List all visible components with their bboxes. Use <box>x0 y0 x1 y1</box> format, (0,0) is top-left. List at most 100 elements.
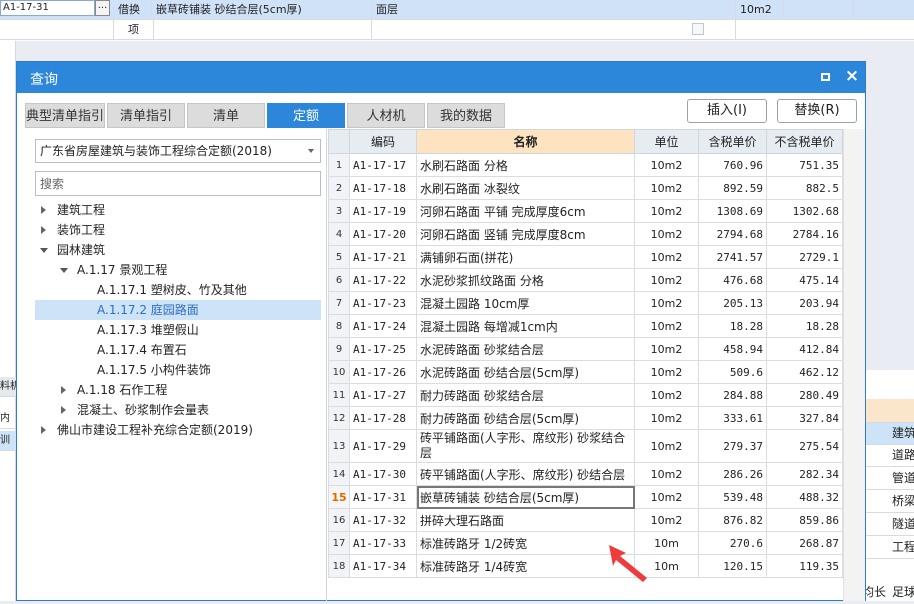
expand-arrow-icon[interactable] <box>41 226 46 234</box>
row-empty-cell[interactable] <box>784 0 854 20</box>
row-notax-price[interactable]: 203.94 <box>766 291 843 315</box>
table-row[interactable]: 11 A1-17-27 耐力砖路面 砂浆结合层 10m2 284.88 280.49 <box>328 383 843 407</box>
tree-node-landscape-1[interactable]: A.1.17.1 塑树皮、竹及其他 <box>35 280 321 300</box>
tab-labor-material-machine[interactable]: 人材机 <box>347 103 425 128</box>
row-unit-cell[interactable]: 10m2 <box>736 0 784 20</box>
code-edit-box[interactable]: A1-17-31 <box>0 0 95 16</box>
table-row[interactable]: 9 A1-17-25 水泥砖路面 砂浆结合层 10m2 458.94 412.84 <box>328 337 843 361</box>
row-notax-price[interactable]: 2784.16 <box>766 222 843 246</box>
row-name[interactable]: 水泥砖路面 砂结合层(5cm厚) <box>416 360 635 384</box>
collapse-arrow-icon[interactable] <box>60 268 68 273</box>
row-name[interactable]: 标准砖路牙 1/2砖宽 <box>416 531 635 555</box>
row-name[interactable]: 水刷石路面 冰裂纹 <box>416 176 635 200</box>
maximize-icon[interactable] <box>818 70 832 84</box>
row-tax-price[interactable]: 539.48 <box>698 485 767 509</box>
table-row[interactable]: 7 A1-17-23 混凝土园路 10cm厚 10m2 205.13 203.94 <box>328 291 843 315</box>
row-name-focused[interactable]: 嵌草砖铺装 砂结合层(5cm厚) <box>416 485 635 509</box>
row-tax-price[interactable]: 1308.69 <box>698 199 767 223</box>
close-icon[interactable]: × <box>843 67 861 85</box>
row-tax-price[interactable]: 2741.57 <box>698 245 767 269</box>
right-panel-item[interactable]: 桥梁 <box>866 491 914 513</box>
row-tax-price[interactable]: 458.94 <box>698 337 767 361</box>
row-unit[interactable]: 10m2 <box>634 268 699 292</box>
table-row[interactable]: 1 A1-17-17 水刷石路面 分格 10m2 760.96 751.35 <box>328 153 843 177</box>
row-tax-price[interactable]: 2794.68 <box>698 222 767 246</box>
tree-node-garden-road[interactable]: A.1.17.2 庭园路面 <box>35 300 321 320</box>
row-notax-price[interactable]: 488.32 <box>766 485 843 509</box>
expand-arrow-icon[interactable] <box>41 206 46 214</box>
table-row[interactable]: 12 A1-17-28 耐力砖路面 砂结合层(5cm厚) 10m2 333.61 327.… <box>328 406 843 430</box>
tab-quota[interactable]: 定额 <box>267 103 345 128</box>
row-notax-price[interactable]: 859.86 <box>766 508 843 532</box>
row-tax-price[interactable]: 205.13 <box>698 291 767 315</box>
row-name[interactable]: 水泥砖路面 砂浆结合层 <box>416 337 635 361</box>
row-name-cell[interactable] <box>154 20 372 40</box>
table-row[interactable]: 6 A1-17-22 水泥砂浆抓纹路面 分格 10m2 476.68 475.14 <box>328 268 843 292</box>
right-panel-item[interactable]: 管道 <box>866 468 914 490</box>
row-name[interactable]: 标准砖路牙 1/4砖宽 <box>416 554 635 578</box>
tree-node-landscape-3[interactable]: A.1.17.3 堆塑假山 <box>35 320 321 340</box>
right-panel-item[interactable]: 工程 <box>866 537 914 559</box>
row-notax-price[interactable]: 751.35 <box>766 153 843 177</box>
table-row[interactable]: 8 A1-17-24 混凝土园路 每增减1cm内 10m2 18.28 18.28 <box>328 314 843 338</box>
row-unit[interactable]: 10m2 <box>634 406 699 430</box>
row-name[interactable]: 水泥砂浆抓纹路面 分格 <box>416 268 635 292</box>
quota-library-select[interactable]: 广东省房屋建筑与装饰工程综合定额(2018) <box>35 139 321 163</box>
row-unit[interactable]: 10m2 <box>634 199 699 223</box>
row-notax-price[interactable]: 1302.68 <box>766 199 843 223</box>
row-tax-price[interactable]: 120.15 <box>698 554 767 578</box>
table-row[interactable]: 10 A1-17-26 水泥砖路面 砂结合层(5cm厚) 10m2 509.6 462.1… <box>328 360 843 384</box>
header-name[interactable]: 名称 <box>416 129 635 154</box>
tree-node-garden[interactable]: 园林建筑 <box>35 240 321 260</box>
header-notax-price[interactable]: 不含税单价 <box>766 129 843 154</box>
row-code[interactable]: A1-17-33 <box>349 531 417 555</box>
row-unit[interactable]: 10m2 <box>634 360 699 384</box>
row-notax-price[interactable]: 882.5 <box>766 176 843 200</box>
tree-node-landscape[interactable]: A.1.17 景观工程 <box>35 260 321 280</box>
row-feature-cell[interactable]: 面层 <box>372 0 736 20</box>
row-name[interactable]: 砖平铺路面(人字形、席纹形) 砂浆结合层 <box>416 429 635 463</box>
row-name[interactable]: 耐力砖路面 砂结合层(5cm厚) <box>416 406 635 430</box>
row-tax-price[interactable]: 876.82 <box>698 508 767 532</box>
row-unit[interactable]: 10m <box>634 554 699 578</box>
expand-arrow-icon[interactable] <box>41 426 46 434</box>
row-unit[interactable]: 10m2 <box>634 153 699 177</box>
row-name[interactable]: 河卵石路面 竖铺 完成厚度8cm <box>416 222 635 246</box>
tab-my-data[interactable]: 我的数据 <box>427 103 505 128</box>
row-notax-price[interactable]: 412.84 <box>766 337 843 361</box>
tree-node-stonework[interactable]: A.1.18 石作工程 <box>35 380 321 400</box>
table-row[interactable]: 5 A1-17-21 满铺卵石面(拼花) 10m2 2741.57 2729.1 <box>328 245 843 269</box>
right-panel-item[interactable]: 隧道 <box>866 514 914 536</box>
row-code[interactable]: A1-17-31 <box>349 485 417 509</box>
tab-typical-bill-guide[interactable]: 典型清单指引 <box>25 103 105 128</box>
row-name[interactable]: 混凝土园路 每增减1cm内 <box>416 314 635 338</box>
row-notax-price[interactable]: 462.12 <box>766 360 843 384</box>
tree-node-building[interactable]: 建筑工程 <box>35 200 321 220</box>
table-row[interactable]: 18 A1-17-34 标准砖路牙 1/4砖宽 10m 120.15 119.35 <box>328 554 843 578</box>
row-unit[interactable]: 10m2 <box>634 337 699 361</box>
row-notax-price[interactable]: 275.54 <box>766 429 843 463</box>
row-unit[interactable]: 10m2 <box>634 383 699 407</box>
row-notax-price[interactable]: 2729.1 <box>766 245 843 269</box>
table-row[interactable]: 13 A1-17-29 砖平铺路面(人字形、席纹形) 砂浆结合层 10m2 279.37… <box>328 429 843 463</box>
collapse-arrow-icon[interactable] <box>40 248 48 253</box>
table-scrollbar[interactable] <box>843 129 865 601</box>
row-unit[interactable]: 10m2 <box>634 291 699 315</box>
row-code[interactable]: A1-17-24 <box>349 314 417 338</box>
row-tax-price[interactable]: 760.96 <box>698 153 767 177</box>
row-unit[interactable]: 10m2 <box>634 462 699 486</box>
row-code[interactable]: A1-17-21 <box>349 245 417 269</box>
row-unit[interactable]: 10m2 <box>634 222 699 246</box>
row-name[interactable]: 拼碎大理石路面 <box>416 508 635 532</box>
insert-button[interactable]: 插入(I) <box>687 99 767 123</box>
row-code[interactable]: A1-17-26 <box>349 360 417 384</box>
row-code[interactable]: A1-17-32 <box>349 508 417 532</box>
row-code[interactable]: A1-17-29 <box>349 429 417 463</box>
table-row[interactable]: 2 A1-17-18 水刷石路面 冰裂纹 10m2 892.59 882.5 <box>328 176 843 200</box>
row-tax-price[interactable]: 476.68 <box>698 268 767 292</box>
table-row-selected[interactable]: 15 A1-17-31 嵌草砖铺装 砂结合层(5cm厚) 10m2 539.48 488.… <box>328 485 843 509</box>
tree-node-landscape-5[interactable]: A.1.17.5 小构件装饰 <box>35 360 321 380</box>
row-notax-price[interactable]: 475.14 <box>766 268 843 292</box>
row-notax-price[interactable]: 282.34 <box>766 462 843 486</box>
row-name[interactable]: 耐力砖路面 砂浆结合层 <box>416 383 635 407</box>
